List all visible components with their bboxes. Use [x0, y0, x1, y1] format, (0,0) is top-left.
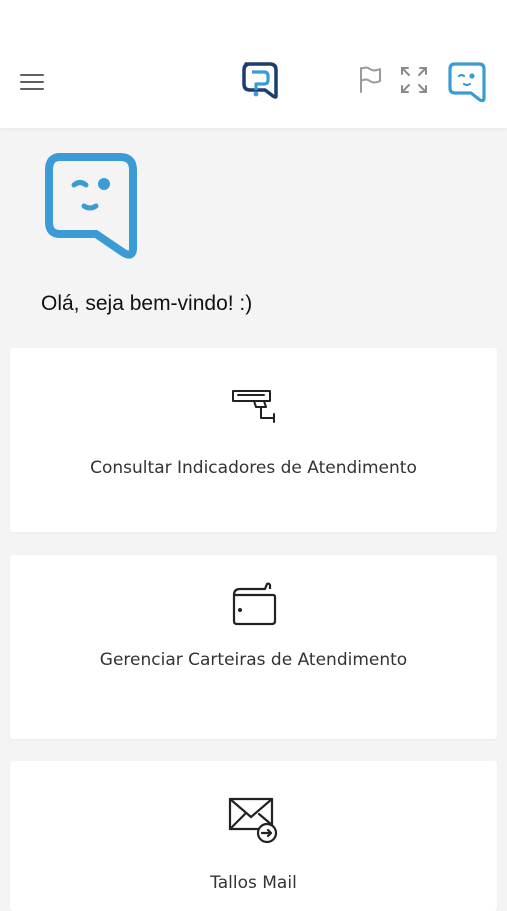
- assistant-face-icon: [45, 153, 137, 259]
- expand-fullscreen-icon[interactable]: [399, 65, 429, 95]
- card-label: Gerenciar Carteiras de Atendimento: [99, 650, 408, 670]
- top-bar: [0, 0, 507, 128]
- card-gerenciar-carteiras[interactable]: Gerenciar Carteiras de Atendimento: [10, 555, 497, 739]
- assistant-face-icon[interactable]: [446, 60, 488, 104]
- app-logo-icon: [242, 62, 278, 99]
- surveillance-camera-icon: [231, 390, 275, 423]
- mail-forward-icon: [228, 797, 277, 844]
- card-label: Consultar Indicadores de Atendimento: [90, 458, 417, 478]
- card-consultar-indicadores[interactable]: Consultar Indicadores de Atendimento: [10, 348, 497, 532]
- card-label: Tallos Mail: [210, 873, 297, 893]
- card-tallos-mail[interactable]: Tallos Mail: [10, 761, 497, 911]
- greeting-text: Olá, seja bem-vindo! :): [41, 292, 253, 315]
- hamburger-menu-icon[interactable]: [20, 70, 46, 94]
- flag-icon[interactable]: [356, 65, 384, 95]
